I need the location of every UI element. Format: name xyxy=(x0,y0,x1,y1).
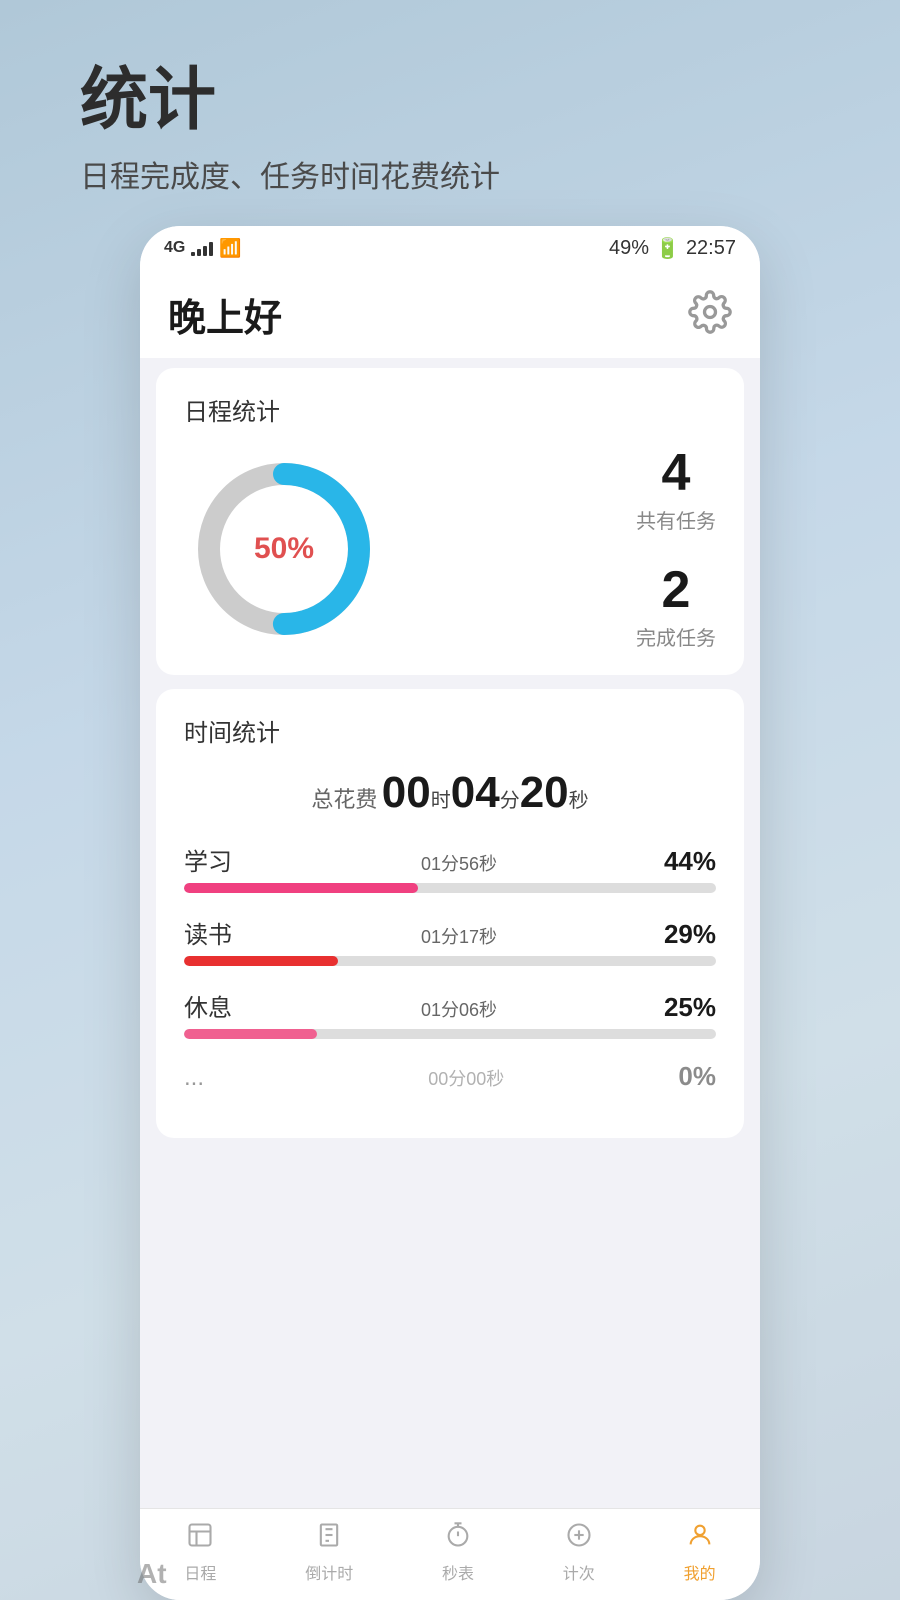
donut-chart: 50% xyxy=(184,449,384,649)
progress-track xyxy=(184,956,716,966)
nav-counter-label: 计次 xyxy=(563,1560,595,1584)
settings-button[interactable] xyxy=(688,290,732,339)
progress-item: 学习 01分56秒 44% xyxy=(184,842,716,893)
status-left: 4G 📶 xyxy=(164,238,242,259)
minutes-value: 04 xyxy=(451,768,500,817)
progress-name: 读书 xyxy=(184,915,254,950)
total-tasks-number: 4 xyxy=(636,447,716,499)
schedule-icon xyxy=(186,1521,214,1556)
greeting-text: 晚上好 xyxy=(168,287,282,342)
battery-text: 49% xyxy=(609,237,649,260)
progress-name: 学习 xyxy=(184,842,254,877)
time-card-title: 时间统计 xyxy=(184,713,716,748)
total-tasks-label: 共有任务 xyxy=(636,505,716,534)
signal-bars-icon xyxy=(191,240,213,256)
countdown-icon xyxy=(315,1521,343,1556)
progress-pct: 44% xyxy=(664,846,716,877)
progress-track xyxy=(184,1029,716,1039)
minute-unit: 分 xyxy=(500,790,520,812)
status-right: 49% 🔋 22:57 xyxy=(609,236,736,261)
nav-profile[interactable]: 我的 xyxy=(684,1521,716,1584)
nav-countdown-label: 倒计时 xyxy=(305,1560,353,1584)
bottom-nav: 日程 倒计时 秒表 xyxy=(140,1508,760,1600)
progress-time: 01分06秒 xyxy=(421,996,497,1022)
hour-unit: 时 xyxy=(431,790,451,812)
progress-item: 休息 01分06秒 25% xyxy=(184,988,716,1039)
schedule-card-title: 日程统计 xyxy=(184,392,716,427)
progress-time: 01分56秒 xyxy=(421,850,497,876)
progress-list: 学习 01分56秒 44% 读书 01分17秒 29% 休息 xyxy=(184,842,716,1092)
progress-pct: 29% xyxy=(664,919,716,950)
progress-pct: 0% xyxy=(678,1061,716,1092)
nav-counter[interactable]: 计次 xyxy=(563,1521,595,1584)
bottom-hint: At xyxy=(137,1558,167,1590)
seconds-value: 20 xyxy=(520,768,569,817)
status-bar: 4G 📶 49% 🔋 22:57 xyxy=(140,226,760,267)
wifi-icon: 📶 xyxy=(219,238,241,259)
progress-fill xyxy=(184,956,338,966)
schedule-card: 日程统计 50% 4 共有任务 xyxy=(156,368,744,675)
time-display: 总花费 00时04分20秒 xyxy=(184,768,716,818)
page-header: 统计 日程完成度、任务时间花费统计 xyxy=(0,0,900,226)
nav-stopwatch[interactable]: 秒表 xyxy=(442,1521,474,1584)
time-card: 时间统计 总花费 00时04分20秒 学习 01分56秒 44% 读书 xyxy=(156,689,744,1138)
signal-text: 4G xyxy=(164,239,185,257)
schedule-stats: 4 共有任务 2 完成任务 xyxy=(636,447,716,651)
nav-schedule[interactable]: 日程 xyxy=(184,1521,216,1584)
schedule-content: 50% 4 共有任务 2 完成任务 xyxy=(184,447,716,651)
page-subtitle: 日程完成度、任务时间花费统计 xyxy=(80,152,820,196)
nav-profile-label: 我的 xyxy=(684,1560,716,1584)
progress-name: ... xyxy=(184,1064,254,1092)
completed-tasks-number: 2 xyxy=(636,564,716,616)
counter-icon xyxy=(565,1521,593,1556)
completed-tasks-stat: 2 完成任务 xyxy=(636,564,716,651)
completed-tasks-label: 完成任务 xyxy=(636,622,716,651)
progress-item: 读书 01分17秒 29% xyxy=(184,915,716,966)
progress-time: 01分17秒 xyxy=(421,923,497,949)
gear-icon xyxy=(688,290,732,334)
nav-stopwatch-label: 秒表 xyxy=(442,1560,474,1584)
progress-item: ... 00分00秒 0% xyxy=(184,1061,716,1092)
battery-icon: 🔋 xyxy=(655,236,680,261)
progress-time: 00分00秒 xyxy=(428,1065,504,1091)
page-title: 统计 xyxy=(80,60,820,142)
total-tasks-stat: 4 共有任务 xyxy=(636,447,716,534)
progress-fill xyxy=(184,883,418,893)
app-header: 晚上好 xyxy=(140,267,760,358)
nav-countdown[interactable]: 倒计时 xyxy=(305,1521,353,1584)
progress-track xyxy=(184,883,716,893)
second-unit: 秒 xyxy=(569,790,589,812)
progress-pct: 25% xyxy=(664,992,716,1023)
total-label: 总花费 xyxy=(311,787,377,812)
profile-icon xyxy=(686,1521,714,1556)
phone-frame: 4G 📶 49% 🔋 22:57 晚上好 日程统计 xyxy=(140,226,760,1600)
time-text: 22:57 xyxy=(686,237,736,260)
content-area: 日程统计 50% 4 共有任务 xyxy=(140,358,760,1508)
nav-schedule-label: 日程 xyxy=(184,1560,216,1584)
progress-fill xyxy=(184,1029,317,1039)
donut-center-text: 50% xyxy=(254,532,314,566)
stopwatch-icon xyxy=(444,1521,472,1556)
progress-name: 休息 xyxy=(184,988,254,1023)
hours-value: 00 xyxy=(382,768,431,817)
